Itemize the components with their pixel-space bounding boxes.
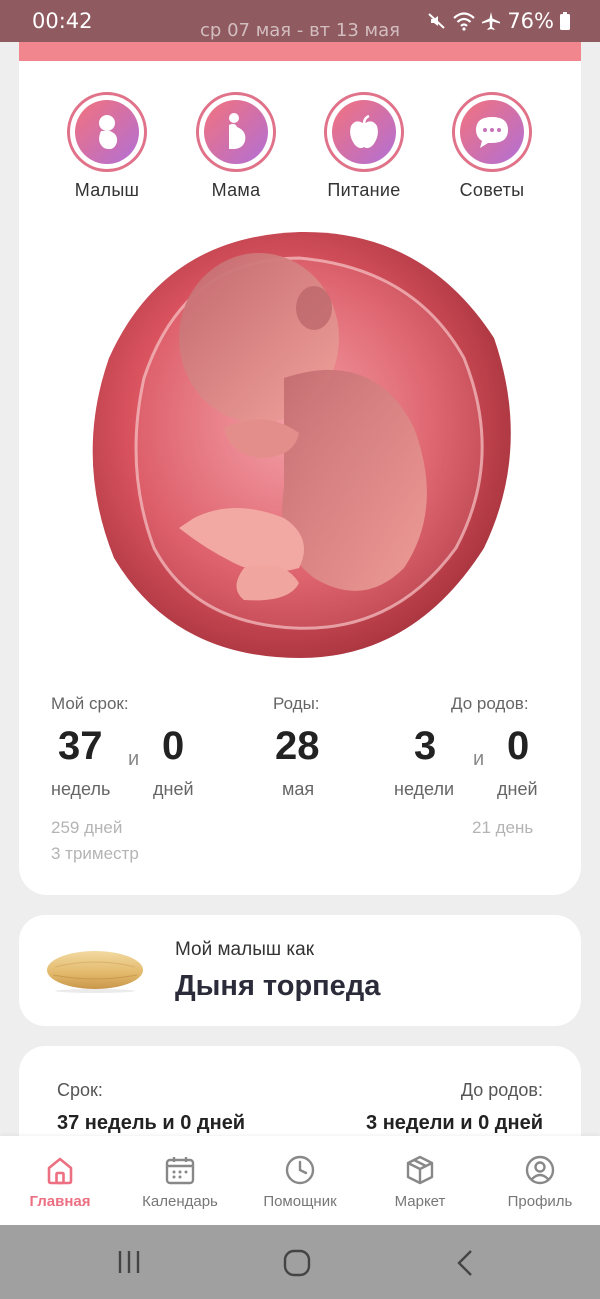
until-days-value: 0: [507, 724, 530, 768]
trimester: 3 триместр: [51, 844, 139, 863]
term-label: Мой срок:: [51, 694, 129, 713]
term-weeks-unit: недель: [51, 779, 111, 799]
term-summary-value: 37 недель и 0 дней: [57, 1112, 246, 1134]
category-baby[interactable]: Малыш: [47, 92, 167, 201]
baby-icon: [99, 115, 118, 150]
back-icon[interactable]: [455, 1249, 475, 1277]
until-summary-value: 3 недели и 0 дней: [366, 1112, 543, 1134]
term-days-unit: дней: [153, 779, 194, 799]
week-range[interactable]: ср 07 мая - вт 13 мая: [0, 20, 600, 41]
apple-icon: [350, 114, 378, 149]
nav-label: Помощник: [263, 1193, 337, 1210]
until-weeks-unit: недели: [394, 779, 455, 799]
nav-assistant[interactable]: Помощник: [240, 1154, 360, 1210]
category-label: Малыш: [74, 180, 140, 200]
nav-home[interactable]: Главная: [0, 1154, 120, 1210]
profile-icon: [525, 1155, 555, 1185]
calendar-icon: [165, 1157, 195, 1185]
baby-size-subtitle: Мой малыш как: [175, 939, 315, 960]
torpedo-melon-image: [47, 951, 143, 993]
week-selector-strip[interactable]: [19, 42, 581, 61]
nav-market[interactable]: Маркет: [360, 1154, 480, 1210]
category-mom[interactable]: Мама: [176, 92, 296, 201]
birth-day-value: 28: [275, 724, 320, 768]
chat-bubble-icon: [476, 117, 508, 148]
category-tips[interactable]: Советы: [432, 92, 552, 201]
category-row: Малыш Мама Питание Советы: [0, 92, 600, 212]
nav-label: Маркет: [394, 1193, 446, 1210]
recent-apps-icon[interactable]: [116, 1249, 142, 1275]
system-navigation-bar: [0, 1225, 600, 1299]
home-button-icon[interactable]: [283, 1249, 311, 1277]
bottom-navigation: Главная Календарь Помощник Маркет Профил…: [0, 1136, 600, 1225]
baby-size-title: Дыня торпеда: [175, 970, 381, 1002]
term-total-days: 259 дней: [51, 818, 123, 837]
until-total-days: 21 день: [472, 818, 534, 837]
category-label: Мама: [211, 180, 261, 200]
term-weeks-value: 37: [58, 724, 103, 768]
term-summary-label: Срок:: [57, 1080, 103, 1100]
until-weeks-value: 3: [414, 724, 437, 768]
until-days-unit: дней: [497, 779, 538, 799]
category-label: Советы: [459, 180, 525, 200]
box-icon: [406, 1155, 434, 1185]
until-summary-label: До родов:: [460, 1080, 543, 1100]
term-days-value: 0: [162, 724, 185, 768]
until-and: и: [473, 748, 485, 770]
until-label: До родов:: [451, 694, 529, 713]
fetus-illustration[interactable]: [84, 228, 516, 660]
nav-calendar[interactable]: Календарь: [120, 1154, 240, 1210]
nav-label: Календарь: [142, 1193, 218, 1210]
category-nutrition[interactable]: Питание: [304, 92, 424, 201]
birth-month: мая: [282, 779, 315, 799]
baby-size-card[interactable]: Мой малыш как Дыня торпеда: [19, 915, 581, 1026]
nav-label: Профиль: [507, 1193, 573, 1210]
pregnant-woman-icon: [229, 113, 246, 149]
category-label: Питание: [327, 180, 401, 200]
clock-icon: [285, 1155, 315, 1185]
nav-profile[interactable]: Профиль: [480, 1154, 600, 1210]
nav-label: Главная: [29, 1193, 91, 1210]
term-and: и: [128, 748, 140, 770]
home-icon: [47, 1157, 73, 1185]
birth-label: Роды:: [273, 694, 320, 713]
